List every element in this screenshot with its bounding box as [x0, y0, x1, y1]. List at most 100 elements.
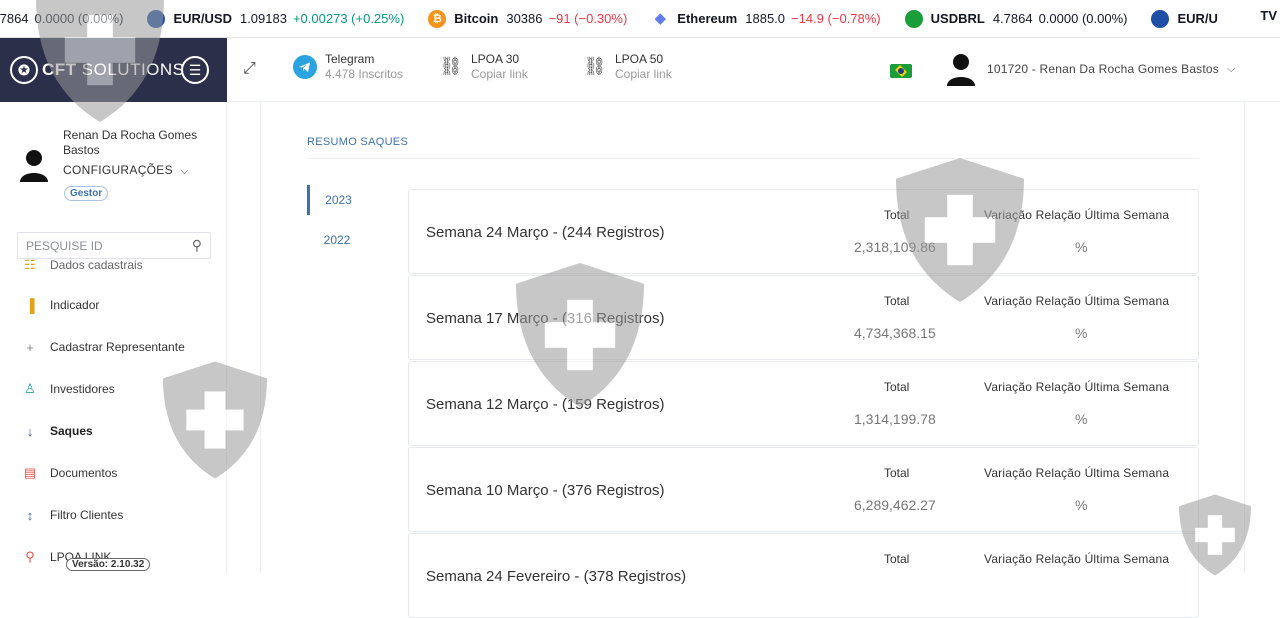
link-icon: ⛓	[439, 56, 463, 76]
total-value: 4,734,368.15	[854, 325, 936, 341]
user-avatar-icon	[947, 54, 975, 86]
lpoa30-link[interactable]: ⛓ LPOA 30 Copiar link	[439, 52, 528, 81]
ticker-item[interactable]: .7864 0.0000 (0.00%)	[0, 11, 123, 26]
telegram-link[interactable]: Telegram 4.478 Inscritos	[293, 52, 403, 81]
search-input[interactable]: PESQUISE ID ⚲	[17, 232, 211, 259]
ticker-item[interactable]: USDBRL 4.7864 0.0000 (0.00%)	[904, 9, 1128, 28]
total-label: Total	[884, 208, 910, 222]
menu-toggle-button[interactable]: ☰	[181, 56, 209, 84]
brand-logo-icon: ✪	[10, 56, 38, 84]
role-badge: Gestor	[64, 186, 109, 201]
variation-value: %	[1075, 239, 1088, 255]
arrow-down-icon: ↓	[26, 423, 34, 439]
fullscreen-icon[interactable]: ⤢	[243, 60, 256, 78]
folder-icon: ▤	[23, 465, 37, 480]
variation-label: Variação Relação Última Semana	[984, 380, 1170, 394]
account-menu[interactable]: 101720 - Renan Da Rocha Gomes Bastos ⌵	[945, 52, 1235, 86]
eur-flag-icon	[147, 9, 166, 28]
ticker-symbol: EUR/USD	[173, 11, 232, 26]
ticker-change: +0.00273 (+0.25%)	[292, 11, 405, 26]
brand-header: ✪ CFT SOLUTIONS ☰	[0, 38, 227, 102]
bitcoin-icon: ₿	[428, 9, 447, 28]
ticker-symbol: EUR/U	[1177, 11, 1218, 26]
sidebar: Renan Da Rocha Gomes Bastos CONFIGURAÇÕE…	[0, 102, 227, 573]
week-title: Semana 24 Março - (244 Registros)	[426, 224, 665, 241]
chevron-down-icon: ⌵	[1227, 62, 1236, 75]
person-icon: ♙	[24, 381, 36, 396]
ticker-price: 1885.0	[745, 11, 786, 26]
ticker-price: 1.09183	[239, 11, 287, 26]
variation-label: Variação Relação Última Semana	[984, 208, 1170, 222]
variation-label: Variação Relação Última Semana	[984, 294, 1170, 308]
tradingview-logo[interactable]: TV	[1257, 8, 1280, 23]
brand-name: CFT SOLUTIONS	[42, 60, 185, 79]
ticker-change: −14.9 (−0.78%)	[791, 11, 881, 26]
ticker-symbol: USDBRL	[930, 11, 985, 26]
total-value: 2,318,109.86	[854, 239, 936, 255]
chevron-down-icon: ⌵	[180, 166, 189, 177]
ticker-item[interactable]: ◆ Ethereum 1885.0 −14.9 (−0.78%)	[651, 9, 881, 28]
user-avatar-icon	[20, 150, 48, 182]
ticker-price: .7864	[0, 11, 29, 26]
week-title: Semana 24 Fevereiro - (378 Registros)	[426, 568, 687, 585]
total-value: 1,314,199.78	[854, 411, 936, 427]
lpoa50-link[interactable]: ⛓ LPOA 50 Copiar link	[583, 52, 672, 81]
sidebar-item-documentos[interactable]: ▤ Documentos	[22, 463, 118, 483]
ticker-item[interactable]: EUR/U	[1151, 9, 1225, 28]
variation-value: %	[1075, 411, 1088, 427]
sidebar-item-investidores[interactable]: ♙ Investidores	[22, 379, 115, 399]
ticker-price: 30386	[506, 11, 543, 26]
ticker-tape: .7864 0.0000 (0.00%) EUR/USD 1.09183 +0.…	[0, 0, 1280, 38]
week-card[interactable]: Semana 10 Março - (376 Registros) Total …	[408, 447, 1199, 532]
week-title: Semana 12 Março - (159 Registros)	[426, 396, 665, 413]
ethereum-icon: ◆	[654, 9, 667, 27]
bar-chart-icon: ▐	[25, 297, 35, 313]
total-value: 6,289,462.27	[854, 497, 936, 513]
sidebar-item-saques[interactable]: ↓ Saques	[22, 421, 93, 441]
usd-brl-flag-icon	[904, 9, 923, 28]
ticker-price: 4.7864	[992, 11, 1033, 26]
variation-label: Variação Relação Última Semana	[984, 466, 1170, 480]
id-card-icon: ☷	[24, 257, 36, 272]
ticker-change: −91 (−0.30%)	[548, 11, 628, 26]
search-icon[interactable]: ⚲	[192, 237, 202, 254]
eur-flag-icon	[1151, 9, 1170, 28]
week-title: Semana 17 Março - (316 Registros)	[426, 310, 665, 327]
ticker-symbol: Bitcoin	[454, 11, 499, 26]
plus-icon: +	[26, 339, 34, 355]
ticker-item[interactable]: ₿ Bitcoin 30386 −91 (−0.30%)	[428, 9, 628, 28]
link-icon: ⛓	[583, 56, 607, 76]
total-label: Total	[884, 466, 910, 480]
week-card[interactable]: Semana 24 Fevereiro - (378 Registros) To…	[408, 533, 1199, 618]
page-title: RESUMO SAQUES	[307, 136, 409, 148]
brazil-flag-icon[interactable]	[890, 64, 912, 78]
ticker-symbol: Ethereum	[677, 11, 738, 26]
ticker-change: 0.0000 (0.00%)	[34, 11, 124, 26]
week-title: Semana 10 Março - (376 Registros)	[426, 482, 665, 499]
variation-value: %	[1075, 325, 1088, 341]
account-name: 101720 - Renan Da Rocha Gomes Bastos	[987, 62, 1219, 76]
total-label: Total	[884, 294, 910, 308]
main-content: RESUMO SAQUES 2023 2022 Semana 24 Março …	[260, 102, 1245, 618]
week-card[interactable]: Semana 12 Março - (159 Registros) Total …	[408, 361, 1199, 446]
link-icon: ⚲	[25, 549, 35, 564]
total-label: Total	[884, 380, 910, 394]
divider	[307, 158, 1199, 159]
sidebar-item-cadastrar-representante[interactable]: + Cadastrar Representante	[22, 337, 185, 357]
search-placeholder: PESQUISE ID	[26, 238, 103, 253]
tab-2023[interactable]: 2023	[307, 185, 367, 215]
sidebar-item-indicador[interactable]: ▐ Indicador	[22, 295, 99, 315]
user-name: Renan Da Rocha Gomes Bastos	[63, 128, 198, 157]
variation-label: Variação Relação Última Semana	[984, 552, 1170, 566]
ticker-change: 0.0000 (0.00%)	[1038, 11, 1128, 26]
sort-icon: ↕	[26, 507, 34, 523]
total-label: Total	[884, 552, 910, 566]
week-card[interactable]: Semana 17 Março - (316 Registros) Total …	[408, 275, 1199, 360]
sidebar-item-filtro-clientes[interactable]: ↕ Filtro Clientes	[22, 505, 124, 525]
ticker-item[interactable]: EUR/USD 1.09183 +0.00273 (+0.25%)	[147, 9, 405, 28]
tab-2022[interactable]: 2022	[307, 225, 367, 255]
week-card[interactable]: Semana 24 Março - (244 Registros) Total …	[408, 189, 1199, 274]
settings-dropdown[interactable]: CONFIGURAÇÕES ⌵	[63, 163, 188, 177]
topbar: ⤢ Telegram 4.478 Inscritos ⛓ LPOA 30 Copia…	[227, 38, 1280, 102]
variation-value: %	[1075, 497, 1088, 513]
